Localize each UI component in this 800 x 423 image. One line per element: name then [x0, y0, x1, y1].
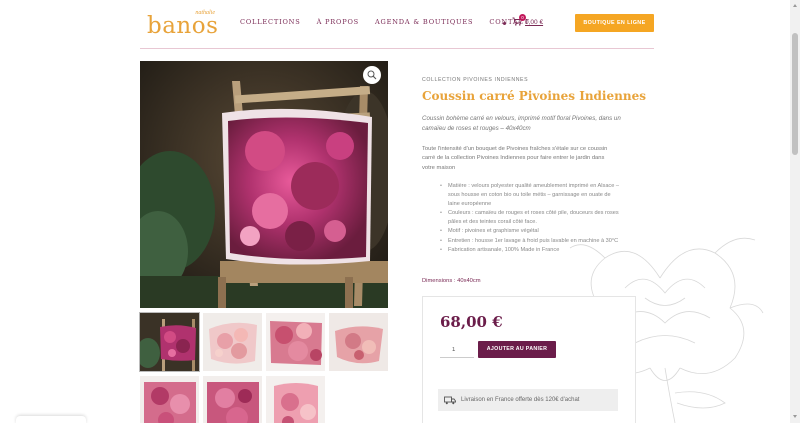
- product-category[interactable]: COLLECTION PIVOINES INDIENNES: [422, 77, 528, 83]
- online-shop-button[interactable]: BOUTIQUE EN LIGNE: [575, 14, 654, 32]
- feature-item: Motif : pivoines et graphisme végétal: [440, 227, 620, 236]
- gallery-thumb-7[interactable]: [266, 376, 325, 423]
- cart-total[interactable]: 0,00 €: [525, 19, 543, 26]
- gallery-thumb-3[interactable]: [266, 313, 325, 371]
- nav-item-about[interactable]: À PROPOS: [317, 18, 359, 26]
- nav-separator-dot: [503, 22, 506, 25]
- product-description: Toute l'intensité d'un bouquet de Pivoin…: [422, 146, 608, 171]
- magnifier-icon: [367, 70, 377, 80]
- gallery-thumb-1[interactable]: [139, 312, 200, 372]
- nav-item-collections[interactable]: COLLECTIONS: [240, 18, 301, 26]
- shipping-notice: Livraison en France offerte dès 120€ d'a…: [438, 389, 618, 411]
- product-title: Coussin carré Pivoines Indiennes: [422, 89, 646, 103]
- header-divider: [140, 48, 654, 49]
- nav-item-agenda[interactable]: AGENDA & BOUTIQUES: [375, 18, 473, 26]
- add-to-cart-button[interactable]: AJOUTER AU PANIER: [478, 341, 556, 358]
- shipping-text: Livraison en France offerte dès 120€ d'a…: [461, 397, 580, 403]
- product-dimensions: Dimensions : 40x40cm: [422, 278, 481, 284]
- scrollbar-thumb[interactable]: [792, 33, 798, 155]
- logo-wordmark: banos: [147, 13, 219, 39]
- gallery-thumb-5[interactable]: [140, 376, 199, 423]
- feature-item: Fabrication artisanale, 100% Made in Fra…: [440, 246, 620, 255]
- quantity-input[interactable]: [440, 342, 474, 358]
- product-short-description: Coussin bohème carré en velours, imprimé…: [422, 115, 621, 132]
- gallery-thumb-6[interactable]: [203, 376, 262, 423]
- product-main-image[interactable]: [140, 61, 388, 308]
- feature-item: Entretien : housse 1er lavage à froid pu…: [440, 237, 620, 246]
- gallery-thumb-2[interactable]: [203, 313, 262, 371]
- delivery-truck-icon: [444, 396, 456, 404]
- gallery-thumb-4[interactable]: [329, 313, 388, 371]
- scroll-down-arrow-icon[interactable]: [793, 415, 797, 418]
- product-features: Matière : velours polyester qualité ameu…: [440, 182, 620, 255]
- brand-logo[interactable]: nathalie banos: [147, 10, 219, 40]
- zoom-button[interactable]: [363, 66, 381, 84]
- feature-item: Couleurs : camaïeu de rouges et roses cô…: [440, 209, 620, 227]
- product-price: 68,00 €: [440, 313, 503, 331]
- feature-item: Matière : velours polyester qualité ameu…: [440, 182, 620, 209]
- main-nav: COLLECTIONS À PROPOS AGENDA & BOUTIQUES …: [240, 18, 545, 26]
- floating-widget-edge[interactable]: [16, 416, 86, 423]
- scroll-up-arrow-icon[interactable]: [793, 4, 797, 7]
- site-header: nathalie banos COLLECTIONS À PROPOS AGEN…: [0, 0, 790, 48]
